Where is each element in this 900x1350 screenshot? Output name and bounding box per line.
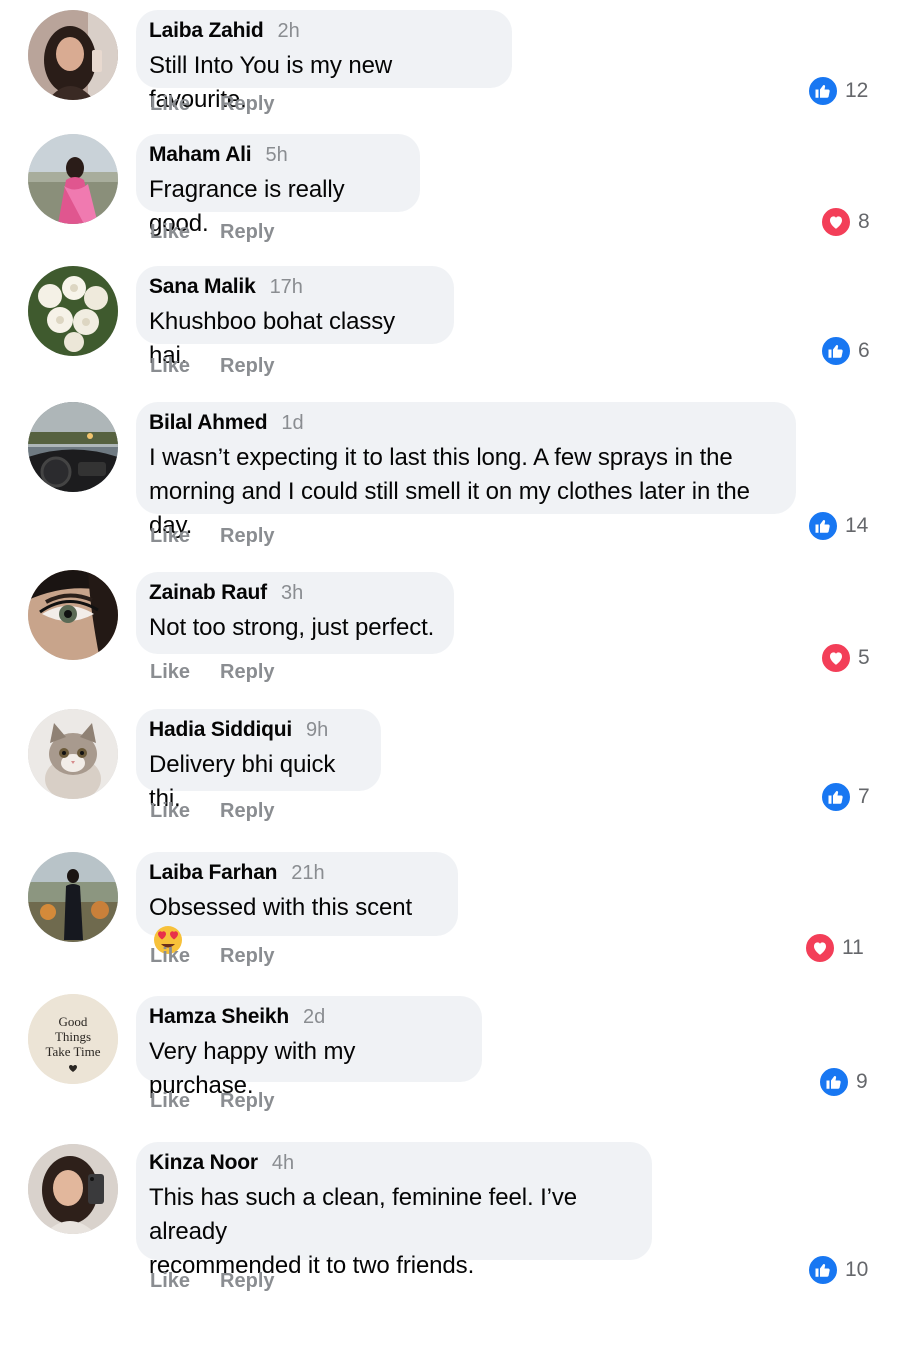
author-name[interactable]: Bilal Ahmed bbox=[149, 411, 268, 435]
heart-icon bbox=[820, 642, 852, 674]
pink-dress-avatar-image bbox=[28, 134, 118, 224]
avatar[interactable] bbox=[28, 1144, 118, 1234]
reaction-number: 10 bbox=[845, 1258, 869, 1281]
good-things-quote-avatar-image: Good Things Take Time bbox=[28, 994, 118, 1084]
reply-button[interactable]: Reply bbox=[220, 1270, 274, 1293]
timestamp[interactable]: 5h bbox=[265, 144, 287, 167]
avatar[interactable] bbox=[28, 852, 118, 942]
timestamp[interactable]: 9h bbox=[306, 719, 328, 742]
timestamp[interactable]: 4h bbox=[272, 1152, 294, 1175]
reaction-number: 12 bbox=[845, 79, 869, 102]
author-name[interactable]: Maham Ali bbox=[149, 143, 252, 167]
like-icon bbox=[818, 1066, 850, 1098]
reaction-number: 6 bbox=[858, 339, 870, 362]
reply-button[interactable]: Reply bbox=[220, 221, 274, 244]
comment-bubble: Hadia Siddiqui 9h Delivery bhi quick thi… bbox=[136, 709, 381, 812]
like-icon bbox=[820, 781, 852, 813]
selfie-girl-avatar-image bbox=[28, 10, 118, 100]
timestamp[interactable]: 2h bbox=[277, 20, 299, 43]
avatar[interactable]: Good Things Take Time bbox=[28, 994, 118, 1084]
like-button[interactable]: Like bbox=[150, 525, 190, 548]
timestamp[interactable]: 1d bbox=[281, 412, 303, 435]
reaction-count[interactable]: 11 bbox=[804, 932, 864, 964]
timestamp[interactable]: 17h bbox=[270, 276, 303, 299]
white-roses-avatar-image bbox=[28, 266, 118, 356]
reply-button[interactable]: Reply bbox=[220, 355, 274, 378]
reaction-count[interactable]: 8 bbox=[820, 206, 870, 238]
reaction-number: 5 bbox=[858, 646, 870, 669]
car-dashboard-avatar-image bbox=[28, 402, 118, 492]
comment-bubble: Maham Ali 5h Fragrance is really good. bbox=[136, 134, 420, 237]
reaction-count[interactable]: 5 bbox=[820, 642, 870, 674]
comment-bubble: Bilal Ahmed 1d I wasn’t expecting it to … bbox=[136, 402, 796, 539]
author-name[interactable]: Hamza Sheikh bbox=[149, 1005, 289, 1029]
like-button[interactable]: Like bbox=[150, 945, 190, 968]
like-icon bbox=[807, 1254, 839, 1286]
avatar[interactable] bbox=[28, 402, 118, 492]
reply-button[interactable]: Reply bbox=[220, 800, 274, 823]
heart-icon bbox=[804, 932, 836, 964]
reply-button[interactable]: Reply bbox=[220, 1090, 274, 1113]
reaction-number: 14 bbox=[845, 514, 869, 537]
like-icon bbox=[807, 510, 839, 542]
reaction-count[interactable]: 14 bbox=[807, 510, 868, 542]
avatar[interactable] bbox=[28, 709, 118, 799]
author-name[interactable]: Laiba Farhan bbox=[149, 861, 277, 885]
reaction-number: 7 bbox=[858, 785, 870, 808]
reply-button[interactable]: Reply bbox=[220, 661, 274, 684]
reply-button[interactable]: Reply bbox=[220, 945, 274, 968]
reaction-count[interactable]: 12 bbox=[807, 75, 868, 107]
reaction-count[interactable]: 6 bbox=[820, 335, 870, 367]
like-button[interactable]: Like bbox=[150, 221, 190, 244]
avatar[interactable] bbox=[28, 134, 118, 224]
reply-button[interactable]: Reply bbox=[220, 525, 274, 548]
like-icon bbox=[820, 335, 852, 367]
like-button[interactable]: Like bbox=[150, 355, 190, 378]
author-name[interactable]: Sana Malik bbox=[149, 275, 256, 299]
comment-bubble: Kinza Noor 4h This has such a clean, fem… bbox=[136, 1142, 652, 1279]
comment-bubble: Laiba Zahid 2h Still Into You is my new … bbox=[136, 10, 512, 113]
reaction-number: 9 bbox=[856, 1070, 868, 1093]
like-button[interactable]: Like bbox=[150, 661, 190, 684]
standing-girl-avatar-image bbox=[28, 852, 118, 942]
avatar[interactable] bbox=[28, 10, 118, 100]
comment-text-line-1: I wasn’t expecting it to last this long.… bbox=[149, 444, 733, 471]
comment-bubble: Laiba Farhan 21h Obsessed with this scen… bbox=[136, 852, 458, 954]
reaction-count[interactable]: 10 bbox=[807, 1254, 868, 1286]
reaction-number: 8 bbox=[858, 210, 870, 233]
author-name[interactable]: Hadia Siddiqui bbox=[149, 718, 292, 742]
comment-text-line-1: This has such a clean, feminine feel. I’… bbox=[149, 1184, 578, 1245]
like-icon bbox=[807, 75, 839, 107]
author-name[interactable]: Zainab Rauf bbox=[149, 581, 267, 605]
timestamp[interactable]: 21h bbox=[291, 862, 324, 885]
like-button[interactable]: Like bbox=[150, 1090, 190, 1113]
like-button[interactable]: Like bbox=[150, 1270, 190, 1293]
author-name[interactable]: Kinza Noor bbox=[149, 1151, 258, 1175]
timestamp[interactable]: 3h bbox=[281, 582, 303, 605]
eye-closeup-avatar-image bbox=[28, 570, 118, 660]
comment-text: Obsessed with this scent bbox=[149, 894, 413, 921]
heart-icon bbox=[820, 206, 852, 238]
timestamp[interactable]: 2d bbox=[303, 1006, 325, 1029]
reaction-number: 11 bbox=[842, 936, 864, 959]
comment-bubble: Zainab Rauf 3h Not too strong, just perf… bbox=[136, 572, 454, 654]
author-name[interactable]: Laiba Zahid bbox=[149, 19, 264, 43]
reaction-count[interactable]: 9 bbox=[818, 1066, 868, 1098]
kitten-avatar-image bbox=[28, 709, 118, 799]
like-button[interactable]: Like bbox=[150, 800, 190, 823]
like-button[interactable]: Like bbox=[150, 93, 190, 116]
comment-bubble: Hamza Sheikh 2d Very happy with my purch… bbox=[136, 996, 482, 1099]
avatar-quote-line-1: Good bbox=[59, 1014, 88, 1029]
avatar[interactable] bbox=[28, 266, 118, 356]
reply-button[interactable]: Reply bbox=[220, 93, 274, 116]
avatar-quote-line-2: Things bbox=[55, 1029, 91, 1044]
comment-bubble: Sana Malik 17h Khushboo bohat classy hai… bbox=[136, 266, 454, 369]
avatar-quote-line-3: Take Time bbox=[45, 1044, 100, 1059]
avatar[interactable] bbox=[28, 570, 118, 660]
reaction-count[interactable]: 7 bbox=[820, 781, 870, 813]
mirror-selfie-avatar-image bbox=[28, 1144, 118, 1234]
comment-text: Not too strong, just perfect. bbox=[149, 614, 435, 641]
